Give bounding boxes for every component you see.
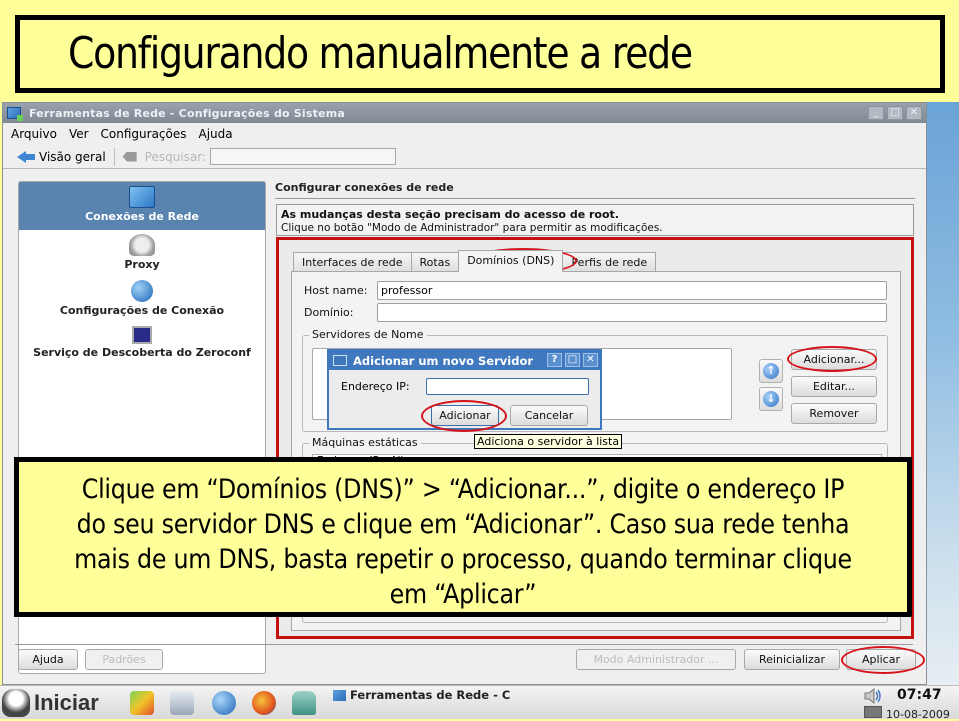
arrow-up-icon: ↑ (763, 363, 779, 379)
host-name-label: Host name: (304, 284, 368, 297)
dialog-close-button[interactable]: ✕ (583, 353, 598, 367)
kolourpaint-icon[interactable] (130, 691, 154, 715)
tab-profiles[interactable]: Perfis de rede (562, 252, 657, 272)
ip-address-label: Endereço IP: (341, 380, 410, 393)
network-icon (129, 186, 155, 208)
search-label: Pesquisar: (144, 149, 207, 164)
tab-dns[interactable]: Domínios (DNS) (458, 250, 564, 272)
edit-nameserver-button[interactable]: Editar... (791, 376, 877, 397)
task-label: Ferramentas de Rede - C (350, 688, 511, 702)
sidebar-item-zeroconf[interactable]: Serviço de Descoberta do Zeroconf (19, 322, 265, 368)
firefox-icon[interactable] (252, 691, 276, 715)
start-label: Iniciar (34, 690, 99, 715)
clear-search-icon[interactable] (122, 151, 137, 162)
sidebar-item-proxy[interactable]: Proxy (19, 230, 265, 276)
notice-heading: As mudanças desta seção precisam do aces… (281, 208, 619, 221)
sidebar-item-label: Serviço de Descoberta do Zeroconf (33, 346, 251, 359)
sidebar-item-connection-settings[interactable]: Configurações de Conexão (19, 276, 265, 322)
desktop-background (925, 102, 959, 687)
host-name-input[interactable] (377, 281, 887, 300)
taskbar: Iniciar Ferramentas de Rede - C 07:47 10… (0, 685, 959, 721)
move-up-button[interactable]: ↑ (759, 359, 783, 383)
computer-icon (132, 326, 152, 344)
network-icon (333, 355, 347, 366)
slide-title: Configurando manualmente a rede (68, 28, 693, 79)
apply-button[interactable]: Aplicar (846, 649, 916, 670)
menu-arquivo[interactable]: Arquivo (11, 127, 57, 141)
maximize-button[interactable]: □ (887, 106, 903, 120)
nameservers-label: Servidores de Nome (309, 328, 427, 341)
volume-icon[interactable] (864, 688, 882, 704)
defaults-button[interactable]: Padrões (85, 649, 163, 670)
overview-button[interactable]: Visão geral (39, 150, 106, 164)
slide-title-box: Configurando manualmente a rede (15, 15, 945, 93)
instruction-text: Clique em “Domínios (DNS)” > “Adicionar.… (74, 474, 852, 610)
menu-configuracoes[interactable]: Configurações (101, 127, 187, 141)
remove-nameserver-button[interactable]: Remover (791, 403, 877, 424)
network-tools-icon (333, 689, 346, 701)
host-name-row: Host name: (304, 281, 887, 300)
dialog-cancel-button[interactable]: Cancelar (510, 405, 588, 426)
minimize-button[interactable]: _ (868, 106, 884, 120)
system-settings-icon[interactable] (170, 691, 194, 715)
domain-label: Domínio: (304, 306, 354, 319)
domain-input[interactable] (377, 303, 887, 322)
admin-mode-button[interactable]: Modo Administrador ... (576, 649, 736, 670)
tab-interfaces[interactable]: Interfaces de rede (293, 252, 412, 272)
back-arrow-icon (17, 150, 35, 164)
static-hosts-label: Máquinas estáticas (309, 436, 421, 449)
window-titlebar[interactable]: Ferramentas de Rede - Configurações do S… (3, 103, 926, 123)
date: 10-08-2009 (886, 708, 950, 721)
start-button[interactable]: Iniciar (2, 688, 99, 718)
divider (275, 198, 915, 199)
dialog-help-button[interactable]: ? (547, 353, 562, 367)
globe-icon (131, 280, 153, 302)
network-globe-icon[interactable] (212, 691, 236, 715)
menu-ver[interactable]: Ver (69, 127, 89, 141)
sidebar-item-network-connections[interactable]: Conexões de Rede (19, 182, 265, 230)
tab-routes[interactable]: Rotas (410, 252, 460, 272)
window-title: Ferramentas de Rede - Configurações do S… (29, 106, 346, 120)
network-status-icon[interactable] (864, 706, 882, 718)
clock[interactable]: 07:47 (897, 687, 942, 703)
add-server-dialog: Adicionar um novo Servidor ? □ ✕ Endereç… (327, 349, 602, 432)
page-title: Configurar conexões de rede (275, 181, 454, 194)
ip-address-input[interactable] (425, 378, 589, 395)
domain-row: Domínio: (304, 303, 887, 322)
sidebar-item-label: Proxy (124, 258, 160, 271)
search-input[interactable] (210, 148, 397, 165)
menu-ajuda[interactable]: Ajuda (199, 127, 233, 141)
dialog-add-button[interactable]: Adicionar (431, 405, 499, 426)
ip-address-row: Endereço IP: (341, 378, 589, 395)
instruction-callout: Clique em “Domínios (DNS)” > “Adicionar.… (14, 457, 912, 617)
add-nameserver-button[interactable]: Adicionar... (791, 349, 877, 370)
root-notice: As mudanças desta seção precisam do aces… (276, 204, 914, 236)
dialog-titlebar[interactable]: Adicionar um novo Servidor ? □ ✕ (329, 351, 600, 370)
toolbar-separator (113, 147, 115, 166)
arrow-down-icon: ↓ (763, 391, 779, 407)
notice-text: Clique no botão "Modo de Administrador" … (281, 222, 663, 234)
tux-logo-icon (2, 689, 30, 717)
close-button[interactable]: ✕ (906, 106, 922, 120)
sidebar-item-label: Conexões de Rede (85, 210, 199, 223)
trash-icon[interactable] (292, 691, 316, 715)
toolbar: Visão geral Pesquisar: (3, 145, 926, 169)
proxy-icon (129, 234, 155, 256)
dialog-maximize-button[interactable]: □ (565, 353, 580, 367)
sidebar-item-label: Configurações de Conexão (59, 304, 225, 317)
help-button[interactable]: Ajuda (18, 649, 78, 670)
network-tools-icon (7, 107, 23, 121)
taskbar-task-network-tools[interactable]: Ferramentas de Rede - C (333, 688, 510, 702)
footer-divider (15, 644, 913, 645)
menubar: Arquivo Ver Configurações Ajuda (3, 123, 926, 145)
tab-bar: Interfaces de rede Rotas Domínios (DNS) … (293, 250, 657, 272)
reset-button[interactable]: Reinicializar (744, 649, 840, 670)
move-down-button[interactable]: ↓ (759, 387, 783, 411)
dialog-title: Adicionar um novo Servidor (353, 353, 534, 368)
tooltip: Adiciona o servidor à lista (474, 434, 623, 449)
